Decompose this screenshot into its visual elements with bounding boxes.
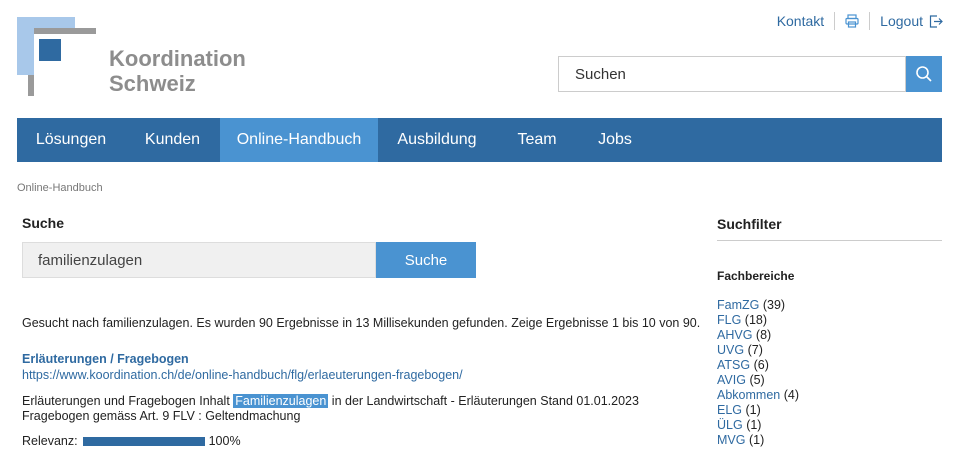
nav-item-ausbildung[interactable]: Ausbildung [378, 118, 496, 162]
filter-link-elg[interactable]: ELG [717, 403, 742, 417]
filter-item: ELG (1) [717, 403, 799, 418]
logout-icon[interactable] [929, 14, 943, 28]
snippet-text: Erläuterungen und Fragebogen Inhalt [22, 394, 234, 408]
filter-item: ATSG (6) [717, 358, 799, 373]
search-heading: Suche [22, 215, 65, 231]
filter-item: FLG (18) [717, 313, 799, 328]
relevance-label: Relevanz: [22, 434, 78, 448]
site-logo[interactable]: Koordination Schweiz [17, 17, 257, 99]
filter-item: Abkommen (4) [717, 388, 799, 403]
filter-subheading: Fachbereiche [717, 269, 795, 283]
filter-link-atsg[interactable]: ATSG [717, 358, 750, 372]
search-submit-button[interactable]: Suche [376, 242, 476, 278]
filter-count: (1) [748, 433, 765, 447]
nav-item-kunden[interactable]: Kunden [125, 118, 220, 162]
result-snippet: Erläuterungen und Fragebogen Inhalt Fami… [22, 394, 702, 424]
nav-item-team[interactable]: Team [496, 118, 578, 162]
filter-count: (39) [762, 298, 786, 312]
logo-text: Koordination Schweiz [109, 46, 246, 96]
filter-count: (6) [753, 358, 769, 372]
top-links: Kontakt Logout [777, 12, 943, 30]
filter-count: (1) [746, 418, 762, 432]
search-icon [916, 66, 932, 82]
filter-count: (1) [745, 403, 761, 417]
print-icon[interactable] [845, 14, 859, 28]
logo-mark-icon [17, 17, 97, 97]
filter-link-abkommen[interactable]: Abkommen [717, 388, 780, 402]
filter-link-ahvg[interactable]: AHVG [717, 328, 752, 342]
logout-link[interactable]: Logout [880, 13, 923, 29]
kontakt-link[interactable]: Kontakt [777, 13, 824, 29]
snippet-highlight: Familienzulagen [233, 394, 329, 408]
filter-link-flg[interactable]: FLG [717, 313, 741, 327]
result-title-link[interactable]: Erläuterungen / Fragebogen [22, 352, 189, 366]
filter-count: (7) [747, 343, 763, 357]
site-search-input[interactable]: Suchen [558, 56, 906, 92]
relevance-bar [82, 436, 205, 446]
filter-count: (18) [744, 313, 768, 327]
site-search-button[interactable] [906, 56, 942, 92]
filter-link-avig[interactable]: AVIG [717, 373, 746, 387]
main-nav: Lösungen Kunden Online-Handbuch Ausbildu… [17, 118, 942, 162]
filter-count: (8) [755, 328, 772, 342]
relevance-value: 100% [208, 434, 241, 448]
filter-link-uvg[interactable]: UVG [717, 343, 744, 357]
nav-item-online-handbuch[interactable]: Online-Handbuch [220, 118, 378, 162]
search-query-input[interactable]: familienzulagen [22, 242, 376, 278]
search-summary: Gesucht nach familienzulagen. Es wurden … [22, 316, 701, 330]
result-url-link[interactable]: https://www.koordination.ch/de/online-ha… [22, 368, 463, 382]
nav-item-loesungen[interactable]: Lösungen [17, 118, 125, 162]
filter-count: (5) [749, 373, 765, 387]
filter-item: UVG (7) [717, 343, 799, 358]
filter-heading: Suchfilter [717, 216, 782, 232]
filter-item: AVIG (5) [717, 373, 799, 388]
logo-line-2: Schweiz [109, 71, 196, 96]
filter-item: FamZG (39) [717, 298, 799, 313]
filter-item: AHVG (8) [717, 328, 799, 343]
logo-line-1: Koordination [109, 46, 246, 71]
filter-link-famzg[interactable]: FamZG [717, 298, 759, 312]
nav-item-jobs[interactable]: Jobs [578, 118, 652, 162]
filter-link-mvg[interactable]: MVG [717, 433, 745, 447]
divider [717, 240, 942, 241]
filter-link-ulg[interactable]: ÜLG [717, 418, 743, 432]
filter-item: ÜLG (1) [717, 418, 799, 433]
divider [869, 12, 871, 30]
filter-count: (4) [783, 388, 799, 402]
filter-item: MVG (1) [717, 433, 799, 448]
filter-list: FamZG (39) FLG (18) AHVG (8) UVG (7) ATS… [717, 298, 799, 448]
breadcrumb[interactable]: Online-Handbuch [17, 182, 103, 194]
result-relevance: Relevanz: 100% [22, 434, 241, 448]
divider [834, 12, 836, 30]
